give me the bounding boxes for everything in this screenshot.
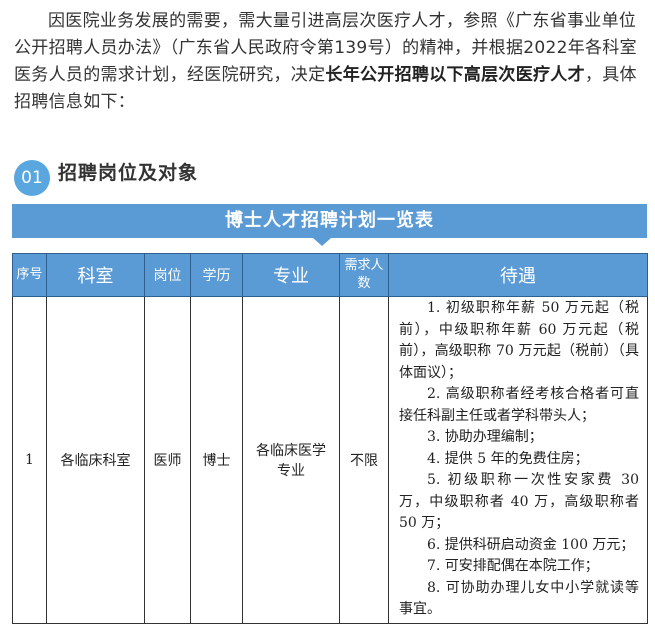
cell-benefits: 1. 初级职称年薪 50 万元起（税前），中级职称年薪 60 万元起（税前），高… <box>388 296 648 624</box>
benefit-item: 5. 初级职称一次性安家费 30 万，中级职称者 40 万，高级职称者 50 万… <box>399 472 639 531</box>
benefit-item: 1. 初级职称年薪 50 万元起（税前），中级职称年薪 60 万元起（税前），高… <box>399 300 639 381</box>
table-header-row: 序号 科室 岗位 学历 专业 需求人数 待遇 <box>12 253 648 297</box>
cell-major: 各临床医学专业 <box>242 296 340 624</box>
header-quota: 需求人数 <box>339 253 389 297</box>
intro-highlight: 长年公开招聘以下高层次医疗人才 <box>325 65 585 85</box>
benefit-item: 3. 协助办理编制； <box>427 429 543 445</box>
cell-quota: 不限 <box>339 296 389 624</box>
table-row: 1 各临床科室 医师 博士 各临床医学专业 不限 1. 初级职称年薪 50 万元… <box>12 296 648 624</box>
header-department: 科室 <box>46 253 145 297</box>
table-banner: 博士人才招聘计划一览表 <box>12 204 647 238</box>
header-education: 学历 <box>190 253 243 297</box>
benefit-item: 8. 可协助办理儿女中小学就读等事宜。 <box>399 579 639 618</box>
intro-paragraph: 因医院业务发展的需要，需大量引进高层次医疗人才，参照《广东省事业单位公开招聘人员… <box>14 8 646 116</box>
benefit-item: 7. 可安排配偶在本院工作； <box>427 558 599 574</box>
banner-pointer-icon <box>313 238 331 246</box>
recruitment-table: 序号 科室 岗位 学历 专业 需求人数 待遇 1 各临床科室 医师 博士 各临床… <box>12 253 648 624</box>
header-benefits: 待遇 <box>388 253 648 297</box>
section-number-badge: 01 <box>14 160 50 196</box>
header-index: 序号 <box>12 253 47 297</box>
cell-education: 博士 <box>190 296 243 624</box>
benefit-item: 4. 提供 5 年的免费住房； <box>427 450 589 467</box>
cell-index: 1 <box>12 296 47 624</box>
section-title: 招聘岗位及对象 <box>58 162 199 184</box>
cell-position: 医师 <box>144 296 191 624</box>
header-major: 专业 <box>242 253 340 297</box>
header-position: 岗位 <box>144 253 191 297</box>
cell-department: 各临床科室 <box>46 296 145 624</box>
section-heading: 01 招聘岗位及对象 <box>14 156 654 200</box>
benefit-item: 6. 提供科研启动资金 100 万元； <box>427 536 635 553</box>
benefit-item: 2. 高级职称者经考核合格者可直接任科副主任或者学科带头人； <box>399 386 639 424</box>
